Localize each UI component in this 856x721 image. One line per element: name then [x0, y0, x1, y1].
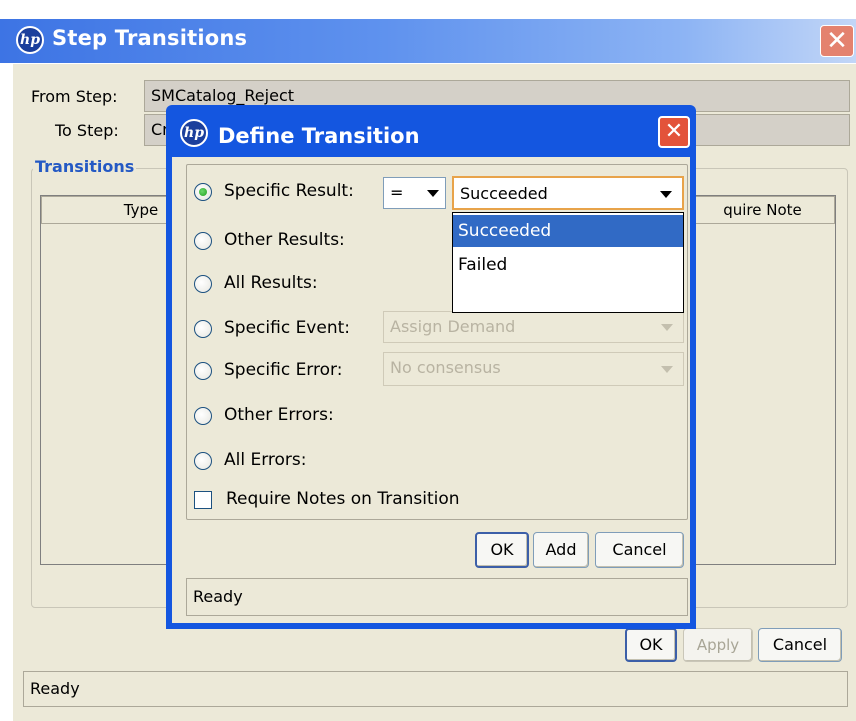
- column-header-require-note[interactable]: quire Note: [690, 196, 835, 224]
- other-results-label: Other Results:: [224, 230, 345, 250]
- specific-error-select[interactable]: No consensus: [383, 352, 684, 386]
- outer-apply-button[interactable]: Apply: [683, 628, 753, 662]
- to-step-label: To Step:: [55, 121, 119, 140]
- require-notes-checkbox[interactable]: [194, 491, 212, 509]
- require-notes-label: Require Notes on Transition: [226, 489, 460, 509]
- dialog-ok-button[interactable]: OK: [475, 532, 529, 568]
- all-errors-radio[interactable]: [194, 452, 212, 470]
- other-errors-radio[interactable]: [194, 407, 212, 425]
- specific-error-radio[interactable]: [194, 362, 212, 380]
- chevron-down-icon: [427, 190, 439, 197]
- dialog-add-button[interactable]: Add: [533, 532, 589, 568]
- specific-event-value: Assign Demand: [390, 317, 516, 336]
- all-results-label: All Results:: [224, 273, 318, 293]
- outer-status-bar: Ready: [23, 671, 848, 707]
- from-step-label: From Step:: [31, 87, 118, 106]
- specific-error-value: No consensus: [390, 358, 501, 377]
- outer-window-title: Step Transitions: [52, 26, 248, 50]
- result-select[interactable]: Succeeded: [452, 176, 684, 210]
- specific-event-label: Specific Event:: [224, 318, 350, 338]
- specific-error-label: Specific Error:: [224, 360, 343, 380]
- chevron-down-icon: [660, 191, 672, 198]
- operator-value: =: [390, 183, 404, 202]
- result-value: Succeeded: [460, 184, 548, 203]
- specific-event-radio[interactable]: [194, 320, 212, 338]
- operator-select[interactable]: =: [383, 177, 446, 209]
- chevron-down-icon: [661, 324, 673, 331]
- outer-cancel-button[interactable]: Cancel: [758, 628, 842, 662]
- outer-status-text: Ready: [30, 679, 80, 698]
- transitions-group-title: Transitions: [33, 157, 137, 176]
- close-icon[interactable]: ✕: [820, 25, 854, 57]
- specific-event-select[interactable]: Assign Demand: [383, 311, 684, 343]
- dialog-title: Define Transition: [218, 124, 420, 148]
- dropdown-option-succeeded[interactable]: Succeeded: [453, 215, 683, 247]
- all-results-radio[interactable]: [194, 275, 212, 293]
- chevron-down-icon: [661, 366, 673, 373]
- specific-result-label: Specific Result:: [224, 181, 354, 201]
- outer-ok-button[interactable]: OK: [625, 628, 677, 662]
- dialog-status-text: Ready: [193, 587, 243, 606]
- all-errors-label: All Errors:: [224, 450, 307, 470]
- dialog-status-bar: Ready: [186, 578, 688, 616]
- other-errors-label: Other Errors:: [224, 405, 334, 425]
- specific-result-radio[interactable]: [194, 183, 212, 201]
- result-dropdown-list[interactable]: Succeeded Failed: [452, 212, 684, 313]
- dropdown-option-failed[interactable]: Failed: [453, 249, 683, 281]
- hp-logo-icon: hp: [16, 26, 44, 54]
- other-results-radio[interactable]: [194, 232, 212, 250]
- from-step-value: SMCatalog_Reject: [151, 86, 295, 105]
- dialog-cancel-button[interactable]: Cancel: [595, 532, 684, 568]
- hp-logo-icon: hp: [180, 119, 208, 147]
- close-icon[interactable]: ✕: [658, 116, 690, 148]
